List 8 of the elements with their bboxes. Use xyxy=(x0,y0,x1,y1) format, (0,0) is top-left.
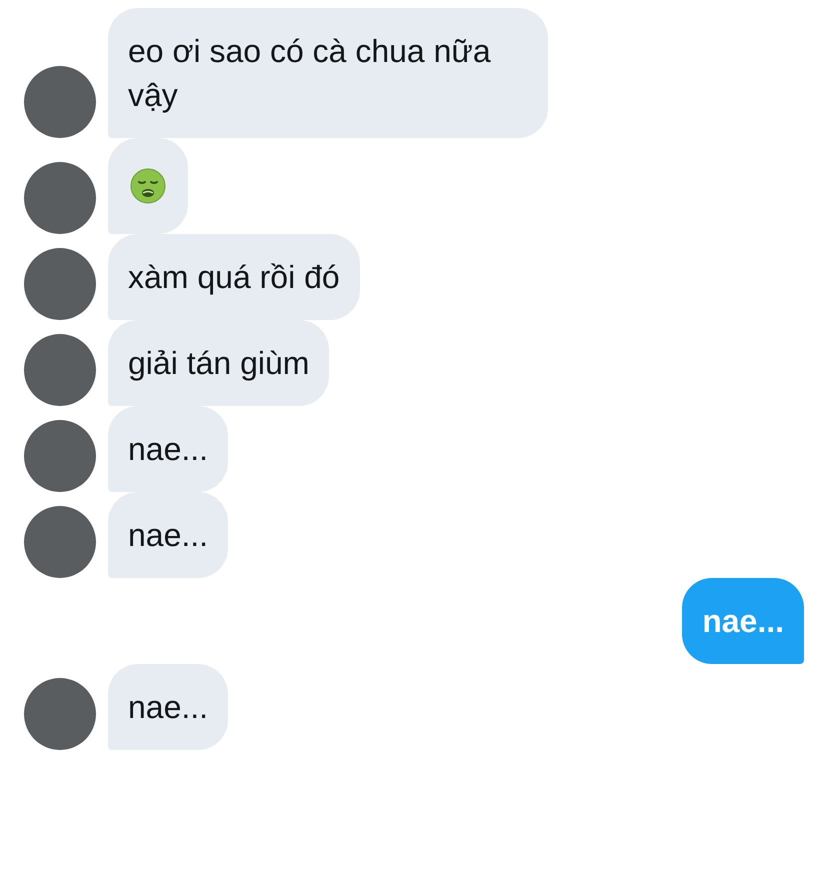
message-bubble: eo ơi sao có cà chua nữa vậy xyxy=(108,8,548,138)
message-bubble: nae... xyxy=(682,578,804,664)
message-bubble: nae... xyxy=(108,406,228,492)
message-bubble: nae... xyxy=(108,492,228,578)
message-bubble: giải tán giùm xyxy=(108,320,330,406)
nauseated-face-icon xyxy=(130,168,166,204)
message-bubble: nae... xyxy=(108,664,228,750)
message-bubble: xàm quá rồi đó xyxy=(108,234,360,320)
